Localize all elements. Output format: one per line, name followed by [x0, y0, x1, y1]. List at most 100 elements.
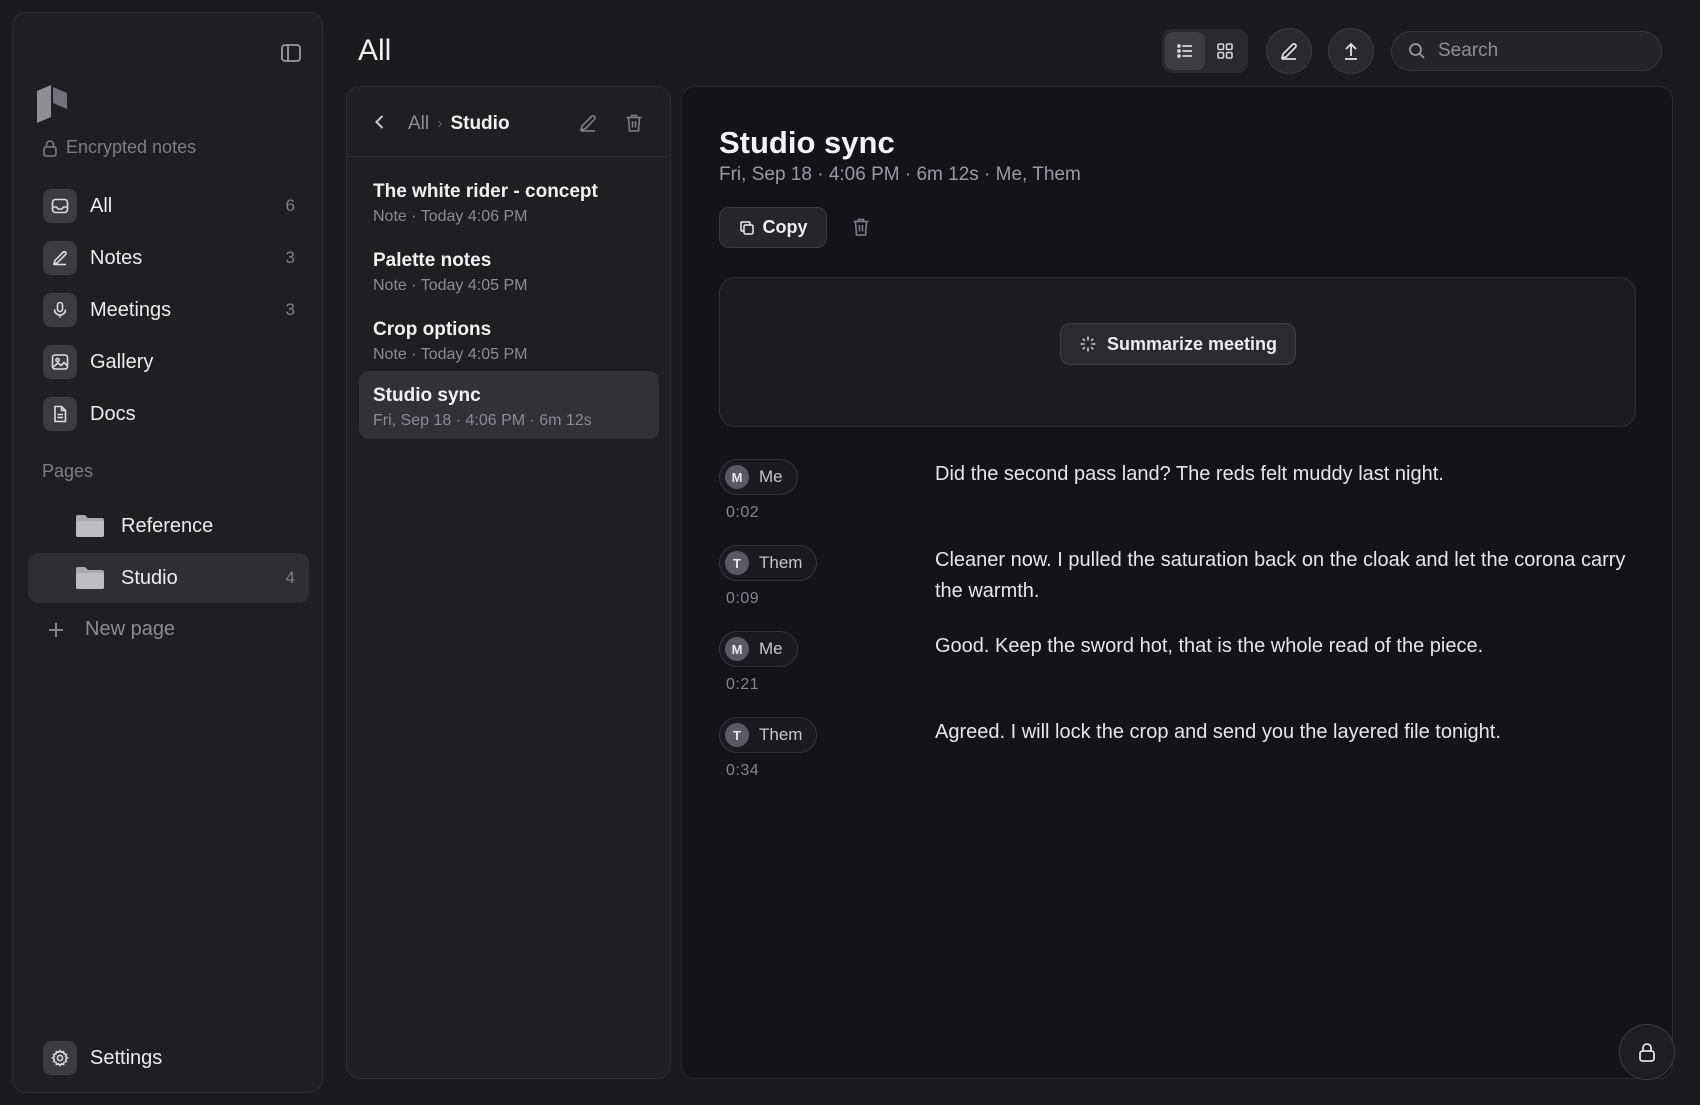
- section-label-encrypted: Encrypted notes: [42, 137, 196, 158]
- new-page-button[interactable]: New page: [47, 618, 175, 641]
- page-title: All: [358, 34, 392, 67]
- sidebar-item-label: Gallery: [90, 350, 154, 373]
- copy-label: Copy: [762, 217, 808, 237]
- speaker-name: Them: [759, 725, 803, 744]
- sidebar-page-studio[interactable]: Studio 4: [28, 553, 309, 603]
- note-list-item[interactable]: Studio sync Fri, Sep 18 · 4:06 PM · 6m 1…: [359, 371, 659, 439]
- timestamp[interactable]: 0:09: [726, 590, 759, 608]
- breadcrumb: All › Studio: [408, 113, 510, 135]
- back-arrow-icon[interactable]: [371, 113, 389, 131]
- sidebar-item-label: All: [90, 194, 113, 217]
- note-list-panel: All › Studio The white rider - concept N…: [346, 86, 671, 1079]
- note-title: Studio sync: [373, 385, 481, 406]
- sidebar-item-count: 3: [285, 300, 295, 319]
- search-bar[interactable]: [1391, 31, 1662, 71]
- speaker-chip[interactable]: M Me: [719, 459, 798, 495]
- trash-icon[interactable]: [623, 112, 645, 134]
- sidebar-item-notes[interactable]: Notes 3: [28, 233, 309, 283]
- note-meta: Note · Today 4:06 PM: [373, 208, 528, 225]
- lock-icon: [1635, 1040, 1659, 1064]
- sidebar-item-label: Notes: [90, 246, 143, 269]
- note-list-item[interactable]: Crop options Note · Today 4:05 PM: [359, 305, 659, 373]
- folder-icon: [74, 565, 106, 591]
- speaker-name: Them: [759, 553, 803, 572]
- lock-icon: [42, 139, 58, 157]
- copy-icon: [739, 220, 755, 236]
- note-detail-panel: Studio sync Fri, Sep 18 · 4:06 PM · 6m 1…: [681, 86, 1673, 1079]
- list-icon: [1175, 41, 1195, 61]
- sidebar-page-label: Reference: [121, 514, 214, 537]
- new-page-label: New page: [85, 618, 176, 640]
- upload-icon: [1340, 40, 1362, 62]
- inbox-icon: [50, 196, 70, 216]
- speaker-chip[interactable]: M Me: [719, 631, 798, 667]
- breadcrumb-separator: ›: [437, 115, 443, 132]
- section-label-text: Encrypted notes: [66, 137, 197, 157]
- sidebar-item-all[interactable]: All 6: [28, 181, 309, 231]
- list-view-button[interactable]: [1165, 32, 1205, 70]
- note-meta: Fri, Sep 18 · 4:06 PM · 6m 12s: [373, 412, 592, 429]
- speaker-name: Me: [759, 467, 783, 486]
- sidebar-page-label: Studio: [121, 566, 178, 589]
- avatar: T: [725, 551, 749, 575]
- settings-button[interactable]: Settings: [28, 1033, 309, 1083]
- sidebar-item-count: 3: [285, 248, 295, 267]
- pencil-icon: [50, 248, 70, 268]
- view-mode-toggle: [1162, 29, 1248, 73]
- sidebar-item-label: Meetings: [90, 298, 172, 321]
- avatar: M: [725, 637, 749, 661]
- settings-label: Settings: [90, 1046, 163, 1069]
- utterance-text: Did the second pass land? The reds felt …: [935, 463, 1444, 485]
- grid-icon: [1215, 41, 1235, 61]
- upload-button[interactable]: [1328, 28, 1374, 74]
- note-title: Crop options: [373, 319, 492, 340]
- sidebar-item-gallery[interactable]: Gallery: [28, 337, 309, 387]
- speaker-name: Me: [759, 639, 783, 658]
- utterance-text: Agreed. I will lock the crop and send yo…: [935, 721, 1501, 743]
- note-title: Palette notes: [373, 250, 492, 271]
- sidebar-page-count: 4: [285, 568, 295, 587]
- grid-view-button[interactable]: [1205, 32, 1245, 70]
- image-icon: [50, 352, 70, 372]
- app-logo-icon: [37, 83, 71, 123]
- breadcrumb-root[interactable]: All: [408, 113, 429, 135]
- note-list-item[interactable]: Palette notes Note · Today 4:05 PM: [359, 236, 659, 304]
- timestamp[interactable]: 0:02: [726, 504, 759, 522]
- sidebar-item-count: 6: [285, 196, 295, 215]
- avatar: T: [725, 723, 749, 747]
- sidebar-item-label: Docs: [90, 402, 136, 425]
- speaker-chip[interactable]: T Them: [719, 717, 818, 753]
- summarize-label: Summarize meeting: [1106, 333, 1278, 354]
- trash-icon[interactable]: [850, 216, 872, 238]
- pencil-icon: [1278, 40, 1300, 62]
- sidebar-item-docs[interactable]: Docs: [28, 389, 309, 439]
- note-detail-title: Studio sync: [719, 125, 895, 160]
- speaker-chip[interactable]: T Them: [719, 545, 818, 581]
- plus-icon: [47, 621, 65, 639]
- section-label-pages: Pages: [42, 461, 93, 482]
- utterance-text: Cleaner now. I pulled the saturation bac…: [935, 549, 1626, 602]
- gear-icon: [50, 1048, 70, 1068]
- lock-button[interactable]: [1619, 1024, 1675, 1080]
- avatar: M: [725, 465, 749, 489]
- breadcrumb-current: Studio: [450, 113, 510, 134]
- sparkle-icon: [1079, 335, 1097, 353]
- sidebar-toggle-icon[interactable]: [279, 41, 303, 65]
- search-input[interactable]: [1438, 40, 1648, 62]
- sidebar: Encrypted notes All 6 Notes 3 Meetings 3…: [12, 12, 323, 1093]
- timestamp[interactable]: 0:34: [726, 762, 759, 780]
- timestamp[interactable]: 0:21: [726, 676, 759, 694]
- edit-page-icon[interactable]: [577, 112, 599, 134]
- note-meta: Note · Today 4:05 PM: [373, 277, 528, 294]
- search-icon: [1408, 42, 1426, 60]
- summarize-meeting-button[interactable]: Summarize meeting: [1060, 323, 1296, 365]
- sidebar-item-meetings[interactable]: Meetings 3: [28, 285, 309, 335]
- note-list-item[interactable]: The white rider - concept Note · Today 4…: [359, 167, 659, 235]
- note-meta: Note · Today 4:05 PM: [373, 346, 528, 363]
- document-icon: [50, 404, 70, 424]
- new-note-button[interactable]: [1266, 28, 1312, 74]
- copy-button[interactable]: Copy: [719, 207, 827, 248]
- sidebar-page-reference[interactable]: Reference: [28, 501, 309, 551]
- note-title: The white rider - concept: [373, 181, 598, 202]
- section-label-text: Pages: [42, 461, 94, 481]
